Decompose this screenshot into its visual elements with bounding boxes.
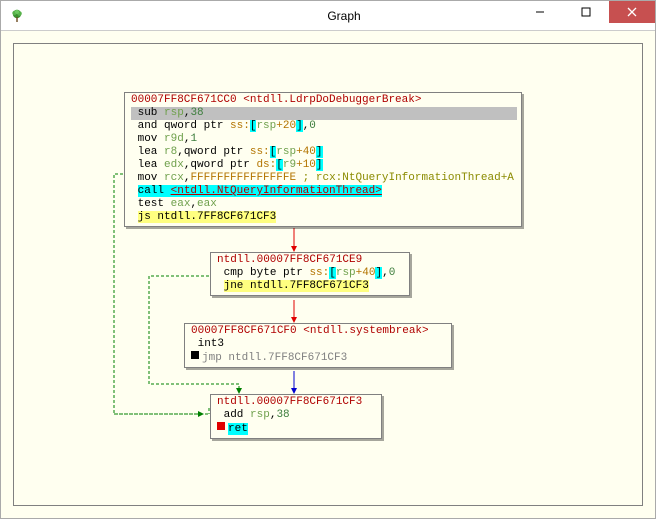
close-button[interactable] [609, 1, 655, 23]
minimize-button[interactable] [517, 1, 563, 23]
app-icon [9, 8, 25, 24]
block-address: 00007FF8CF671CC0 <ntdll.LdrpDoDebuggerBr… [125, 93, 521, 107]
block-address: 00007FF8CF671CF0 <ntdll.systembreak> [185, 324, 451, 338]
block-body: sub rsp,38 and qword ptr ss:[rsp+20],0 m… [125, 107, 521, 226]
marker-icon [191, 351, 199, 359]
client-area: 00007FF8CF671CC0 <ntdll.LdrpDoDebuggerBr… [1, 31, 655, 518]
basic-block-1[interactable]: 00007FF8CF671CC0 <ntdll.LdrpDoDebuggerBr… [124, 92, 522, 227]
block-body: int3 jmp ntdll.7FF8CF671CF3 [185, 338, 451, 367]
basic-block-2[interactable]: ntdll.00007FF8CF671CE9 cmp byte ptr ss:[… [210, 252, 410, 296]
window-controls [517, 1, 655, 23]
block-body: add rsp,38 ret [211, 409, 381, 438]
maximize-button[interactable] [563, 1, 609, 23]
titlebar[interactable]: Graph [1, 1, 655, 31]
block-address: ntdll.00007FF8CF671CF3 [211, 395, 381, 409]
basic-block-3[interactable]: 00007FF8CF671CF0 <ntdll.systembreak> int… [184, 323, 452, 368]
block-address: ntdll.00007FF8CF671CE9 [211, 253, 409, 267]
graph-window: Graph [0, 0, 656, 519]
marker-icon [217, 422, 225, 430]
graph-canvas[interactable]: 00007FF8CF671CC0 <ntdll.LdrpDoDebuggerBr… [13, 43, 643, 506]
block-body: cmp byte ptr ss:[rsp+40],0 jne ntdll.7FF… [211, 267, 409, 295]
basic-block-4[interactable]: ntdll.00007FF8CF671CF3 add rsp,38 ret [210, 394, 382, 439]
